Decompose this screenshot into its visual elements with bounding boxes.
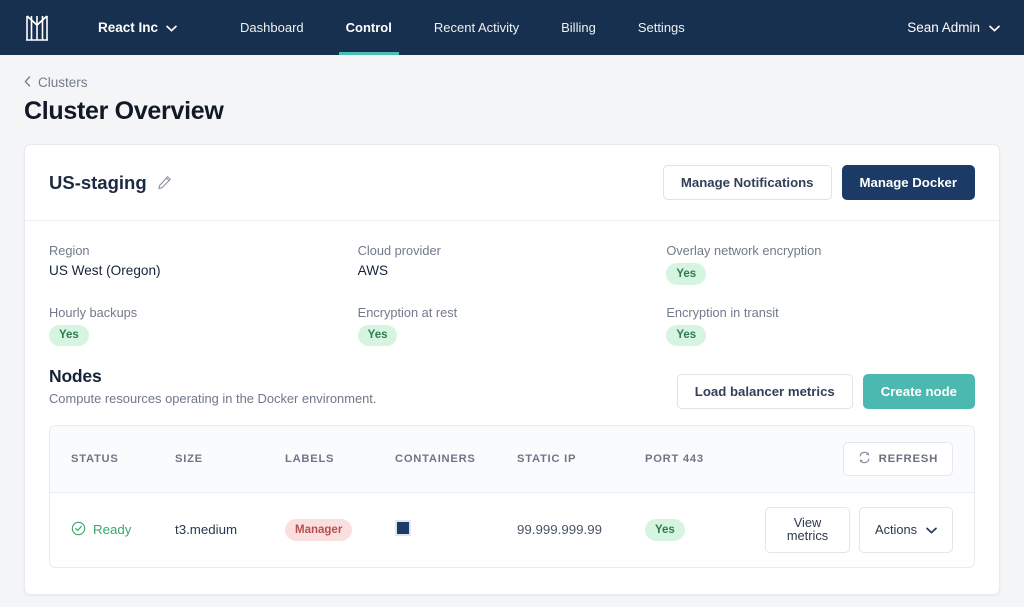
actions-dropdown-button[interactable]: Actions [859,507,953,553]
label-badge: Manager [285,519,353,541]
org-switcher[interactable]: React Inc [98,20,177,35]
page-content: Clusters Cluster Overview US-staging Man… [0,55,1024,595]
container-square-icon[interactable] [395,520,411,537]
cluster-details-grid: Region US West (Oregon) Cloud provider A… [25,221,999,354]
refresh-button[interactable]: REFRESH [842,442,953,477]
chevron-down-icon [926,524,937,537]
column-header-port-443: PORT 443 [645,426,765,494]
nav-link-recent-activity[interactable]: Recent Activity [413,0,540,55]
load-balancer-metrics-button[interactable]: Load balancer metrics [676,373,853,410]
nav-link-label: Control [345,20,392,35]
manage-notifications-button[interactable]: Manage Notifications [662,165,832,201]
cell-port-443: Yes [645,493,765,567]
column-header-labels: LABELS [285,426,395,494]
create-node-button[interactable]: Create node [862,373,975,410]
manage-docker-button[interactable]: Manage Docker [841,165,975,201]
view-metrics-button[interactable]: View metrics [765,507,851,553]
field-value: US West (Oregon) [49,263,161,279]
cell-status: Ready [50,493,175,567]
chevron-down-icon [989,20,1000,35]
nav-link-label: Dashboard [240,20,304,35]
status-badge: Yes [357,324,398,346]
nav-link-settings[interactable]: Settings [617,0,706,55]
field-label: Encryption in transit [666,304,779,320]
nav-link-dashboard[interactable]: Dashboard [219,0,325,55]
nav-link-billing[interactable]: Billing [540,0,617,55]
nodes-section-header: Nodes Compute resources operating in the… [25,354,999,425]
table-row: Ready t3.medium Manager 99.999.999.99 Ye [50,493,974,567]
field-value: AWS [357,263,389,279]
nodes-heading-group: Nodes Compute resources operating in the… [49,366,376,406]
page-title: Cluster Overview [24,97,224,125]
nodes-actions: Load balancer metrics Create node [676,366,975,410]
field-label: Overlay network encryption [666,243,822,259]
refresh-icon [858,451,871,467]
refresh-label: REFRESH [878,453,938,466]
pencil-icon[interactable] [157,175,172,190]
field-overlay-network-encryption: Overlay network encryption Yes [666,243,975,285]
cell-labels: Manager [285,493,395,567]
cluster-card-header: US-staging Manage Notifications Manage D… [25,145,999,222]
field-encryption-in-transit: Encryption in transit Yes [666,305,975,346]
nav-link-label: Settings [637,20,685,35]
nodes-title: Nodes [49,365,102,386]
primary-nav-links: Dashboard Control Recent Activity Billin… [219,0,706,55]
cell-containers [395,493,517,567]
monogram-m-logo[interactable] [24,13,50,43]
field-label: Region [49,243,90,259]
row-actions-group: View metrics Actions [765,507,974,553]
cluster-overview-card: US-staging Manage Notifications Manage D… [24,144,1000,595]
cell-row-actions: View metrics Actions [765,493,974,567]
actions-label: Actions [875,521,917,537]
refresh-cell: REFRESH [765,426,974,494]
user-menu-label: Sean Admin [907,20,980,35]
field-cloud-provider: Cloud provider AWS [358,243,667,284]
user-menu[interactable]: Sean Admin [907,20,1000,35]
top-navigation-bar: React Inc Dashboard Control Recent Activ… [0,0,1024,55]
status-badge: Yes [666,263,707,285]
nav-link-label: Recent Activity [433,20,520,35]
field-hourly-backups: Hourly backups Yes [49,305,358,346]
check-circle-icon [71,521,86,539]
nodes-subtitle: Compute resources operating in the Docke… [49,390,377,406]
status-text: Ready [93,522,132,538]
cell-static-ip: 99.999.999.99 [517,522,603,538]
port-badge: Yes [645,519,685,541]
field-label: Cloud provider [357,243,441,259]
column-header-static-ip: STATIC IP [517,426,645,494]
breadcrumb-back-to-clusters[interactable]: Clusters [24,75,88,90]
cluster-name-text: US-staging [49,171,147,193]
status-badge: Yes [49,324,89,346]
column-header-status: STATUS [50,426,175,494]
org-switcher-label: React Inc [98,20,159,35]
chevron-down-icon [166,20,177,35]
breadcrumb-label: Clusters [38,75,88,90]
table-header-row: STATUS SIZE LABELS CONTAINERS STATIC IP … [50,426,974,494]
chevron-left-icon [24,75,31,90]
cluster-name-group: US-staging [49,172,172,194]
field-label: Encryption at rest [357,304,458,320]
status-group: Ready [71,521,175,539]
column-header-size: SIZE [175,426,285,494]
status-badge: Yes [666,324,707,346]
nodes-table: STATUS SIZE LABELS CONTAINERS STATIC IP … [49,425,975,568]
field-encryption-at-rest: Encryption at rest Yes [357,304,667,346]
field-region: Region US West (Oregon) [49,243,358,284]
cell-size: t3.medium [175,522,238,538]
nav-link-label: Billing [561,20,596,35]
nav-link-control[interactable]: Control [325,0,413,55]
field-label: Hourly backups [49,304,138,320]
cluster-header-actions: Manage Notifications Manage Docker [662,165,975,201]
column-header-containers: CONTAINERS [395,426,517,494]
